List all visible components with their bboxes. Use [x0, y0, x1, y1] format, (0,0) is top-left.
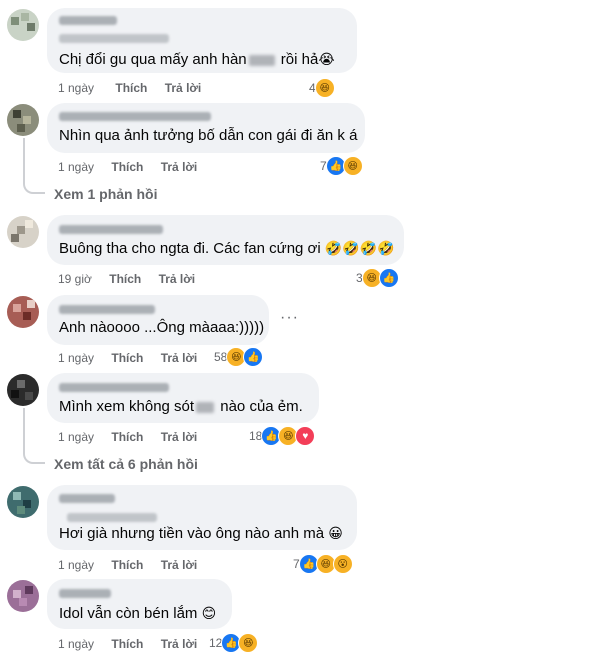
- like-link[interactable]: Thích: [111, 351, 143, 365]
- reaction-summary[interactable]: 4 😆: [309, 78, 335, 98]
- reply-link[interactable]: Trả lời: [161, 558, 198, 572]
- comment-bubble: Hơi già nhưng tiền vào ông nào anh mà 😀: [47, 485, 357, 550]
- reaction-summary[interactable]: 58 😆 👍: [214, 347, 264, 367]
- author-name[interactable]: [59, 16, 117, 25]
- haha-icon: 😆: [342, 156, 363, 176]
- reply-link[interactable]: Trả lời: [165, 81, 202, 95]
- haha-icon: 😆: [314, 78, 335, 98]
- author-name[interactable]: [59, 383, 169, 392]
- more-options-icon[interactable]: ···: [280, 309, 299, 327]
- thread-line: [23, 446, 45, 464]
- avatar[interactable]: [7, 9, 39, 41]
- thread-line: [23, 176, 45, 194]
- like-link[interactable]: Thích: [115, 81, 147, 95]
- avatar[interactable]: [7, 580, 39, 612]
- timestamp[interactable]: 1 ngày: [58, 558, 94, 572]
- avatar[interactable]: [7, 486, 39, 518]
- comment-bubble: Chị đổi gu qua mấy anh hàn rồi hả😭: [47, 8, 357, 73]
- like-icon: 👍: [243, 347, 264, 367]
- author-name[interactable]: [59, 305, 155, 314]
- author-name[interactable]: [59, 112, 211, 121]
- comment-text: Chị đổi gu qua mấy anh hàn rồi hả😭: [59, 51, 335, 68]
- reaction-summary[interactable]: 7 👍 😆 😮: [293, 554, 353, 574]
- avatar[interactable]: [7, 216, 39, 248]
- like-icon: 👍: [378, 268, 399, 288]
- comment-bubble: Nhìn qua ảnh tưởng bố dẫn con gái đi ăn …: [47, 103, 365, 153]
- reaction-summary[interactable]: 7 👍 😆: [320, 156, 363, 176]
- author-name[interactable]: [59, 34, 169, 43]
- reaction-summary[interactable]: 12 👍 😆: [209, 633, 259, 653]
- reply-link[interactable]: Trả lời: [159, 272, 196, 286]
- avatar[interactable]: [7, 374, 39, 406]
- like-link[interactable]: Thích: [111, 637, 143, 651]
- comment-meta: 19 giờ Thích Trả lời: [58, 271, 195, 287]
- wow-icon: 😮: [332, 554, 353, 574]
- reaction-summary[interactable]: 3 😆 👍: [356, 268, 399, 288]
- comment-bubble: Anh nàoooo ...Ông màaaa:))))): [47, 295, 269, 345]
- timestamp[interactable]: 1 ngày: [58, 81, 94, 95]
- avatar[interactable]: [7, 104, 39, 136]
- timestamp[interactable]: 1 ngày: [58, 430, 94, 444]
- like-link[interactable]: Thích: [109, 272, 141, 286]
- haha-icon: 😆: [238, 633, 259, 653]
- author-name[interactable]: [59, 225, 163, 234]
- comment-text: Nhìn qua ảnh tưởng bố dẫn con gái đi ăn …: [59, 127, 358, 144]
- comment-meta: 1 ngày Thích Trả lời: [58, 80, 201, 96]
- reply-link[interactable]: Trả lời: [161, 430, 198, 444]
- reply-link[interactable]: Trả lời: [161, 637, 198, 651]
- comment-meta: 1 ngày Thích Trả lời: [58, 636, 197, 652]
- comment-meta: 1 ngày Thích Trả lời: [58, 350, 197, 366]
- comment-text: Anh nàoooo ...Ông màaaa:))))): [59, 319, 265, 336]
- timestamp[interactable]: 1 ngày: [58, 637, 94, 651]
- reaction-summary[interactable]: 18 👍 😆 ♥: [249, 426, 316, 446]
- view-replies-link[interactable]: Xem tất cả 6 phản hồi: [54, 456, 198, 472]
- avatar[interactable]: [7, 296, 39, 328]
- like-link[interactable]: Thích: [111, 558, 143, 572]
- reply-link[interactable]: Trả lời: [161, 351, 198, 365]
- comment-meta: 1 ngày Thích Trả lời: [58, 557, 197, 573]
- comment-meta: 1 ngày Thích Trả lời: [58, 159, 197, 175]
- comment-text: Buông tha cho ngta đi. Các fan cứng ơi 🤣…: [59, 240, 395, 257]
- like-link[interactable]: Thích: [111, 430, 143, 444]
- timestamp[interactable]: 1 ngày: [58, 160, 94, 174]
- comment-bubble: Idol vẫn còn bén lắm 😊: [47, 579, 232, 629]
- comment-bubble: Mình xem không sót nào của ẻm.: [47, 373, 319, 423]
- love-icon: ♥: [295, 426, 316, 446]
- author-name[interactable]: [59, 494, 115, 503]
- like-link[interactable]: Thích: [111, 160, 143, 174]
- author-name[interactable]: [67, 513, 157, 522]
- timestamp[interactable]: 1 ngày: [58, 351, 94, 365]
- reply-link[interactable]: Trả lời: [161, 160, 198, 174]
- comment-text: Hơi già nhưng tiền vào ông nào anh mà 😀: [59, 525, 343, 542]
- author-name[interactable]: [59, 589, 111, 598]
- comment-text: Mình xem không sót nào của ẻm.: [59, 398, 303, 415]
- comment-meta: 1 ngày Thích Trả lời: [58, 429, 197, 445]
- timestamp[interactable]: 19 giờ: [58, 272, 92, 286]
- view-replies-link[interactable]: Xem 1 phản hồi: [54, 186, 157, 202]
- comment-bubble: Buông tha cho ngta đi. Các fan cứng ơi 🤣…: [47, 215, 404, 265]
- comment-text: Idol vẫn còn bén lắm 😊: [59, 605, 217, 622]
